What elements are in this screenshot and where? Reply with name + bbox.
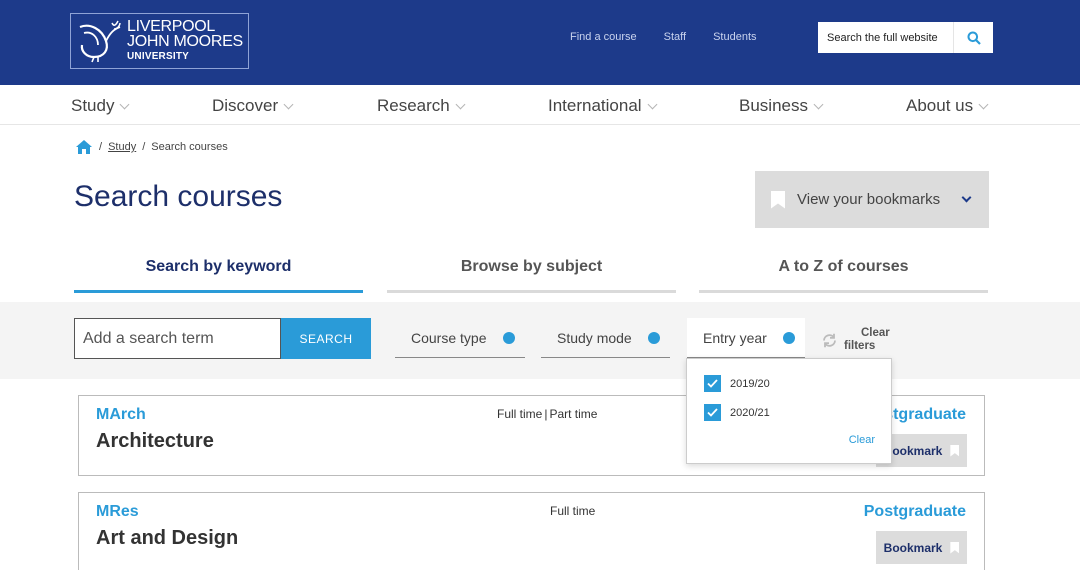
chevron-down-icon bbox=[961, 192, 972, 203]
chevron-down-icon bbox=[455, 99, 466, 109]
chevron-down-icon bbox=[978, 99, 989, 109]
tab-search-by-keyword[interactable]: Search by keyword bbox=[74, 258, 363, 276]
checkbox-checked-icon[interactable] bbox=[704, 404, 721, 421]
option-label: 2020/21 bbox=[730, 406, 770, 419]
clear-filters-button[interactable]: Clear filters bbox=[821, 327, 890, 353]
entry-year-filter[interactable]: Entry year bbox=[687, 318, 805, 358]
nav-about-us[interactable]: About us bbox=[906, 96, 989, 116]
entry-year-dropdown: 2019/20 2020/21 Clear bbox=[686, 358, 892, 464]
main-navigation: Study Discover Research International Bu… bbox=[0, 85, 1080, 125]
checkbox-checked-icon[interactable] bbox=[704, 375, 721, 392]
view-bookmarks-button[interactable]: View your bookmarks bbox=[755, 171, 989, 228]
students-link[interactable]: Students bbox=[713, 31, 756, 43]
breadcrumb-separator: / bbox=[99, 141, 103, 153]
clear-filters-label-1: Clear bbox=[861, 327, 890, 339]
course-study-mode: Full time bbox=[550, 504, 596, 518]
bookmark-button-label: Bookmark bbox=[883, 443, 943, 458]
logo-line-1: LIVERPOOL bbox=[127, 17, 216, 35]
filter-indicator-icon bbox=[783, 331, 795, 344]
liver-bird-icon bbox=[71, 14, 127, 68]
nav-label: Business bbox=[739, 96, 808, 115]
study-mode-full-time: Full time bbox=[497, 407, 543, 421]
tab-indicator bbox=[387, 290, 676, 293]
study-mode-filter[interactable]: Study mode bbox=[541, 318, 670, 358]
study-mode-part-time: Part time bbox=[549, 407, 598, 421]
bookmark-icon bbox=[950, 541, 960, 554]
refresh-icon bbox=[823, 333, 836, 347]
nav-label: Study bbox=[71, 96, 115, 115]
entry-year-option-2020-21[interactable]: 2020/21 bbox=[704, 404, 770, 421]
filter-label: Course type bbox=[411, 329, 487, 346]
course-study-mode: Full time | Part time bbox=[497, 407, 597, 421]
search-icon bbox=[967, 31, 981, 45]
breadcrumb-separator: / bbox=[142, 141, 146, 153]
tab-indicator bbox=[699, 290, 988, 293]
breadcrumb: / Study / Search courses bbox=[75, 139, 228, 155]
home-icon[interactable] bbox=[75, 139, 93, 155]
nav-research[interactable]: Research bbox=[377, 96, 466, 116]
site-search-button[interactable] bbox=[953, 22, 993, 53]
clear-entry-year-link[interactable]: Clear bbox=[849, 434, 875, 446]
view-bookmarks-label: View your bookmarks bbox=[797, 191, 941, 208]
chevron-down-icon bbox=[120, 99, 130, 109]
nav-international[interactable]: International bbox=[548, 96, 658, 116]
chevron-down-icon bbox=[283, 99, 294, 109]
course-level: Postgraduate bbox=[863, 503, 966, 520]
filter-indicator-icon bbox=[648, 331, 660, 344]
nav-business[interactable]: Business bbox=[739, 96, 824, 116]
staff-link[interactable]: Staff bbox=[664, 31, 686, 43]
top-header: LIVERPOOL JOHN MOORES UNIVERSITY Find a … bbox=[0, 0, 1080, 85]
logo-line-3: UNIVERSITY bbox=[127, 50, 190, 62]
course-award: MRes bbox=[96, 503, 139, 520]
breadcrumb-current: Search courses bbox=[151, 141, 228, 153]
nav-discover[interactable]: Discover bbox=[212, 96, 294, 116]
chevron-down-icon bbox=[647, 99, 658, 109]
course-name[interactable]: Art and Design bbox=[96, 527, 238, 550]
clear-filters-label-2: filters bbox=[844, 340, 876, 352]
nav-label: Discover bbox=[212, 96, 279, 115]
option-label: 2019/20 bbox=[730, 377, 770, 390]
site-search-input[interactable] bbox=[818, 22, 953, 53]
filter-label: Entry year bbox=[703, 329, 767, 346]
bookmark-icon bbox=[950, 444, 960, 457]
filter-label: Study mode bbox=[557, 329, 632, 346]
find-a-course-link[interactable]: Find a course bbox=[570, 31, 637, 43]
search-button[interactable]: SEARCH bbox=[281, 318, 371, 359]
keyword-search-input[interactable] bbox=[74, 318, 281, 359]
filter-indicator-icon bbox=[503, 331, 515, 344]
breadcrumb-study-link[interactable]: Study bbox=[108, 141, 136, 153]
mode-separator: | bbox=[544, 407, 548, 421]
bookmark-button-label: Bookmark bbox=[883, 540, 943, 555]
chevron-down-icon bbox=[813, 99, 824, 109]
bookmark-icon bbox=[771, 190, 785, 209]
course-result-card[interactable]: MRes Art and Design Full time Postgradua… bbox=[78, 492, 985, 570]
bookmark-button[interactable]: Bookmark bbox=[876, 531, 967, 564]
tab-a-to-z-of-courses[interactable]: A to Z of courses bbox=[699, 258, 988, 276]
nav-label: About us bbox=[906, 96, 974, 115]
university-logo[interactable]: LIVERPOOL JOHN MOORES UNIVERSITY bbox=[70, 13, 249, 69]
tab-browse-by-subject[interactable]: Browse by subject bbox=[387, 258, 676, 276]
entry-year-option-2019-20[interactable]: 2019/20 bbox=[704, 375, 770, 392]
tab-indicator-active bbox=[74, 290, 363, 293]
course-award: MArch bbox=[96, 406, 146, 423]
nav-label: Research bbox=[377, 96, 450, 115]
nav-study[interactable]: Study bbox=[71, 96, 130, 116]
utility-links: Find a course Staff Students bbox=[570, 31, 757, 43]
page-title: Search courses bbox=[74, 180, 283, 213]
course-name[interactable]: Architecture bbox=[96, 430, 214, 453]
nav-label: International bbox=[548, 96, 642, 115]
logo-line-2: JOHN MOORES bbox=[127, 32, 243, 50]
site-search bbox=[818, 22, 993, 53]
course-type-filter[interactable]: Course type bbox=[395, 318, 525, 358]
